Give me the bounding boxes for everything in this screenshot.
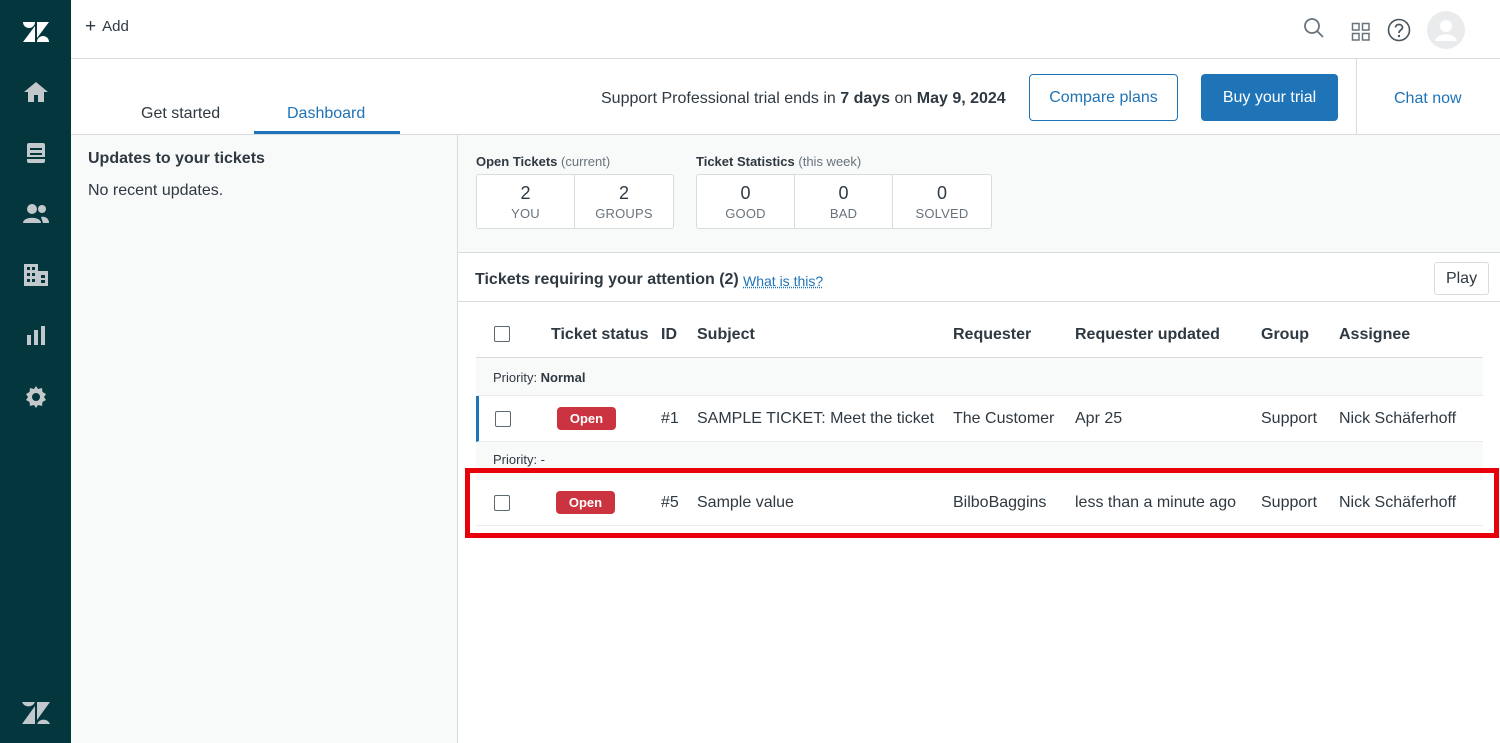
- stat-value: 2: [618, 182, 629, 203]
- organizations-icon[interactable]: [0, 255, 71, 295]
- avatar[interactable]: [1427, 11, 1465, 54]
- tickets-table: Ticket status ID Subject Requester Reque…: [476, 302, 1483, 526]
- priority-prefix: Priority:: [493, 370, 541, 385]
- select-all-checkbox[interactable]: [494, 326, 510, 342]
- ticket-group: Support: [1261, 410, 1318, 427]
- views-icon[interactable]: [0, 133, 71, 173]
- stat-value: 2: [520, 182, 531, 203]
- stat-label: GROUPS: [595, 205, 653, 221]
- updates-empty-text: No recent updates.: [88, 182, 224, 199]
- row-checkbox[interactable]: [495, 411, 511, 427]
- play-button[interactable]: Play: [1434, 262, 1489, 295]
- ticket-requester: The Customer: [953, 410, 1055, 427]
- ticket-assignee: Nick Schäferhoff: [1339, 494, 1457, 511]
- tab-get-started[interactable]: Get started: [141, 105, 220, 123]
- open-tickets-sub: (current): [561, 154, 611, 169]
- left-nav: [0, 0, 71, 743]
- table-header: Ticket status ID Subject Requester Reque…: [476, 302, 1483, 358]
- products-grid-icon[interactable]: [1351, 22, 1371, 47]
- attention-title: Tickets requiring your attention (2): [475, 271, 739, 288]
- help-icon[interactable]: [1387, 18, 1411, 47]
- stat-good[interactable]: 0 GOOD: [697, 175, 795, 228]
- trial-date: May 9, 2024: [916, 90, 1006, 107]
- col-ticket-status[interactable]: Ticket status: [551, 326, 649, 344]
- stat-solved[interactable]: 0 SOLVED: [893, 175, 991, 228]
- top-bar: + Add: [71, 0, 1500, 59]
- ticket-id: #1: [661, 410, 679, 427]
- priority-label: Priority: -: [493, 452, 545, 467]
- ticket-updated: Apr 25: [1075, 410, 1123, 427]
- add-button[interactable]: + Add: [85, 15, 129, 37]
- ticket-statistics: 0 GOOD 0 BAD 0 SOLVED: [696, 174, 992, 229]
- trial-days: 7 days: [840, 90, 891, 107]
- ticket-group: Support: [1261, 494, 1318, 511]
- search-icon[interactable]: [1303, 17, 1325, 44]
- updates-title: Updates to your tickets: [88, 150, 265, 167]
- col-assignee[interactable]: Assignee: [1339, 326, 1410, 344]
- stat-you[interactable]: 2 YOU: [477, 175, 575, 228]
- status-badge: Open: [556, 491, 615, 514]
- stat-label: SOLVED: [915, 205, 969, 221]
- ticket-requester: BilboBaggins: [953, 494, 1047, 511]
- stat-label: YOU: [511, 205, 540, 221]
- compare-plans-button[interactable]: Compare plans: [1029, 74, 1178, 121]
- col-group[interactable]: Group: [1261, 326, 1309, 344]
- stat-label: BAD: [829, 205, 858, 221]
- stat-value: 0: [838, 182, 849, 203]
- priority-value: Normal: [540, 370, 586, 385]
- trial-prefix: Support Professional trial ends in: [601, 90, 841, 107]
- buy-trial-button[interactable]: Buy your trial: [1201, 74, 1338, 121]
- add-label: Add: [102, 18, 129, 35]
- chat-now-link[interactable]: Chat now: [1394, 90, 1462, 108]
- header-divider: [1356, 59, 1357, 135]
- ticket-stats-title: Ticket Statistics: [696, 154, 795, 169]
- attention-bar: Tickets requiring your attention (2) Wha…: [458, 253, 1500, 302]
- col-subject[interactable]: Subject: [697, 326, 755, 344]
- col-requester-updated[interactable]: Requester updated: [1075, 326, 1220, 344]
- stat-value: 0: [740, 182, 751, 203]
- col-requester[interactable]: Requester: [953, 326, 1031, 344]
- stat-value: 0: [936, 182, 947, 203]
- row-checkbox[interactable]: [494, 495, 510, 511]
- customers-icon[interactable]: [0, 194, 71, 234]
- zendesk-z-icon: [0, 693, 71, 733]
- trial-on: on: [890, 90, 917, 107]
- reporting-icon[interactable]: [0, 316, 71, 356]
- active-tab-indicator: [254, 131, 400, 134]
- tab-dashboard[interactable]: Dashboard: [287, 105, 365, 123]
- home-icon[interactable]: [0, 72, 71, 112]
- stat-groups[interactable]: 2 GROUPS: [575, 175, 673, 228]
- status-badge: Open: [557, 407, 616, 430]
- ticket-updated: less than a minute ago: [1075, 494, 1236, 511]
- header-strip: Get started Dashboard Support Profession…: [71, 59, 1500, 135]
- stat-bad[interactable]: 0 BAD: [795, 175, 893, 228]
- table-row[interactable]: Open #1 SAMPLE TICKET: Meet the ticket T…: [476, 396, 1483, 442]
- ticket-stats-sub: (this week): [798, 154, 862, 169]
- stats-strip: Open Tickets (current) 2 YOU 2 GROUPS Ti…: [458, 135, 1500, 253]
- open-tickets-stats: 2 YOU 2 GROUPS: [476, 174, 674, 229]
- stat-label: GOOD: [725, 205, 766, 221]
- zendesk-logo-icon[interactable]: [0, 12, 71, 52]
- ticket-assignee: Nick Schäferhoff: [1339, 410, 1457, 427]
- trial-notice: Support Professional trial ends in 7 day…: [601, 90, 1006, 108]
- what-is-this-link[interactable]: What is this?: [743, 273, 823, 289]
- col-id[interactable]: ID: [661, 326, 677, 344]
- ticket-subject[interactable]: Sample value: [697, 494, 794, 512]
- open-tickets-heading: Open Tickets (current): [476, 154, 610, 169]
- ticket-id: #5: [661, 494, 679, 511]
- priority-group-none: Priority: -: [476, 442, 1483, 480]
- open-tickets-title: Open Tickets: [476, 154, 558, 169]
- priority-group-normal: Priority: Normal: [476, 358, 1483, 396]
- ticket-subject[interactable]: SAMPLE TICKET: Meet the ticket: [697, 410, 934, 428]
- plus-icon: +: [85, 15, 97, 37]
- dashboard-main: Open Tickets (current) 2 YOU 2 GROUPS Ti…: [458, 135, 1500, 743]
- priority-label: Priority: Normal: [493, 370, 585, 385]
- ticket-statistics-heading: Ticket Statistics (this week): [696, 154, 861, 169]
- table-row[interactable]: Open #5 Sample value BilboBaggins less t…: [476, 480, 1483, 526]
- admin-gear-icon[interactable]: [0, 377, 71, 417]
- updates-panel: Updates to your tickets No recent update…: [71, 135, 458, 743]
